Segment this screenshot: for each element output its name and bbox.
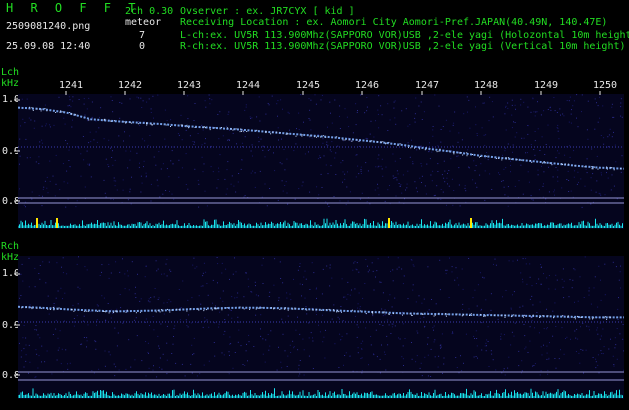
axis-overlay: [14, 91, 601, 376]
